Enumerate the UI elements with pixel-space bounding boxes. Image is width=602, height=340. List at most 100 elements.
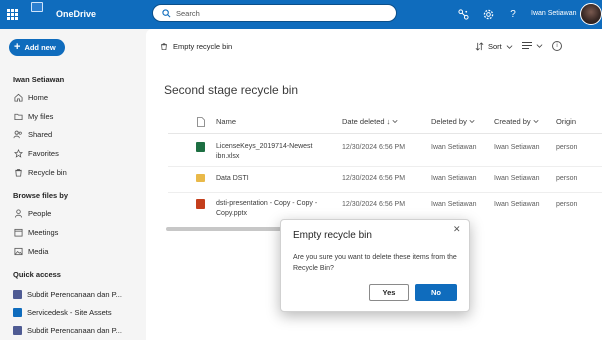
empty-recycle-bin-dialog: Empty recycle bin ✕ Are you sure you wan… bbox=[280, 219, 470, 312]
onedrive-logo-icon bbox=[31, 2, 43, 12]
created-by: Iwan Setiawan bbox=[494, 175, 540, 182]
top-bar: OneDrive ? Iwan Setiawan bbox=[0, 0, 602, 29]
nav-label: Shared bbox=[28, 129, 53, 139]
settings-icon[interactable] bbox=[481, 7, 495, 21]
page-title: Second stage recycle bin bbox=[164, 83, 299, 97]
column-header-label: Date deleted bbox=[342, 117, 385, 126]
nav-item-home[interactable]: Home bbox=[13, 90, 48, 104]
nav-item-favorites[interactable]: Favorites bbox=[13, 146, 59, 160]
column-header-original-location[interactable]: Origin bbox=[556, 117, 576, 126]
deleted-by: Iwan Setiawan bbox=[431, 201, 477, 208]
trash-icon bbox=[161, 43, 167, 51]
quick-access-label: Subdit Perencanaan dan P... bbox=[27, 289, 122, 299]
search-input[interactable] bbox=[176, 7, 386, 20]
search-icon bbox=[162, 9, 171, 18]
empty-recycle-bin-button[interactable]: Empty recycle bin bbox=[160, 42, 232, 51]
people-icon bbox=[13, 129, 23, 139]
nav-item-meetings[interactable]: Meetings bbox=[13, 225, 58, 239]
dialog-title: Empty recycle bin bbox=[293, 230, 372, 241]
column-header-name[interactable]: Name bbox=[216, 117, 236, 126]
folder-icon bbox=[13, 111, 23, 121]
deleted-by: Iwan Setiawan bbox=[431, 144, 477, 151]
chevron-down-icon bbox=[536, 44, 543, 48]
close-icon[interactable]: ✕ bbox=[453, 224, 461, 235]
quick-access-item[interactable]: Subdit Perencanaan dan P... bbox=[13, 288, 122, 300]
nav-label: Home bbox=[28, 92, 49, 102]
powerpoint-file-icon bbox=[196, 199, 205, 209]
column-header-deleted-by[interactable]: Deleted by bbox=[431, 117, 475, 126]
original-location: person bbox=[556, 175, 578, 182]
quick-access-item[interactable]: Servicedesk - Site Assets bbox=[13, 306, 112, 318]
original-location: person bbox=[556, 144, 578, 151]
column-header-label: Deleted by bbox=[431, 117, 467, 126]
excel-file-icon bbox=[196, 142, 205, 152]
original-location: person bbox=[556, 201, 578, 208]
empty-recycle-bin-label: Empty recycle bin bbox=[173, 42, 233, 51]
browse-heading: Browse files by bbox=[13, 191, 69, 200]
nav-item-people[interactable]: People bbox=[13, 206, 51, 220]
nav-label: Meetings bbox=[28, 227, 59, 237]
help-icon[interactable]: ? bbox=[506, 7, 520, 21]
site-icon bbox=[13, 325, 22, 335]
view-options-button[interactable] bbox=[522, 41, 543, 50]
image-icon bbox=[13, 246, 23, 256]
file-name[interactable]: Data DSTI bbox=[216, 175, 249, 182]
column-header-created-by[interactable]: Created by bbox=[494, 117, 539, 126]
created-by: Iwan Setiawan bbox=[494, 201, 540, 208]
date-deleted: 12/30/2024 6:56 PM bbox=[342, 144, 406, 151]
chevron-down-icon bbox=[392, 119, 398, 124]
quick-access-heading: Quick access bbox=[13, 270, 61, 279]
list-view-icon bbox=[522, 42, 532, 49]
file-name[interactable]: LicenseKeys_2019714-Newest bbox=[216, 143, 313, 150]
file-type-header-icon bbox=[197, 117, 205, 127]
add-new-label: Add new bbox=[24, 43, 56, 52]
folder-icon bbox=[196, 174, 205, 182]
nav-label: Favorites bbox=[28, 148, 59, 158]
date-deleted: 12/30/2024 6:56 PM bbox=[342, 201, 406, 208]
no-button[interactable]: No bbox=[415, 284, 457, 301]
home-icon bbox=[13, 92, 23, 102]
sort-icon bbox=[475, 42, 484, 51]
site-icon bbox=[13, 289, 22, 299]
app-launcher-icon[interactable] bbox=[7, 9, 18, 20]
file-name[interactable]: dsti-presentation - Copy - Copy - bbox=[216, 200, 317, 207]
date-deleted: 12/30/2024 6:56 PM bbox=[342, 175, 406, 182]
sort-arrow-icon: ↓ bbox=[386, 117, 391, 126]
avatar[interactable] bbox=[580, 3, 602, 25]
file-name-cont[interactable]: ibn.xlsx bbox=[216, 153, 239, 160]
nav-item-recycle-bin[interactable]: Recycle bin bbox=[13, 165, 67, 179]
quick-access-label: Subdit Perencanaan dan P... bbox=[27, 325, 122, 335]
chevron-down-icon bbox=[506, 45, 513, 49]
nav-item-shared[interactable]: Shared bbox=[13, 127, 52, 141]
column-header-date-deleted[interactable]: Date deleted ↓ bbox=[342, 117, 398, 126]
column-header-label: Created by bbox=[494, 117, 531, 126]
quick-access-item[interactable]: Subdit Perencanaan dan P... bbox=[13, 324, 122, 336]
share-link-icon[interactable] bbox=[456, 7, 470, 21]
add-new-button[interactable]: + Add new bbox=[9, 39, 65, 56]
chevron-down-icon bbox=[469, 119, 475, 124]
header-divider bbox=[168, 133, 602, 134]
plus-icon: + bbox=[14, 41, 21, 53]
nav-item-media[interactable]: Media bbox=[13, 244, 48, 258]
nav-label: Recycle bin bbox=[28, 167, 67, 177]
file-name-cont[interactable]: Copy.pptx bbox=[216, 210, 247, 217]
chevron-down-icon bbox=[533, 119, 539, 124]
left-navigation: + Add new Iwan Setiawan Home My files Sha… bbox=[0, 29, 146, 340]
user-name[interactable]: Iwan Setiawan bbox=[531, 10, 577, 17]
info-icon[interactable]: i bbox=[552, 41, 562, 51]
sort-label: Sort bbox=[488, 42, 502, 51]
nav-label: My files bbox=[28, 111, 54, 121]
dialog-message: Are you sure you want to delete these it… bbox=[293, 254, 457, 272]
nav-item-my-files[interactable]: My files bbox=[13, 109, 53, 123]
search-box[interactable] bbox=[152, 4, 397, 22]
trash-icon bbox=[13, 167, 23, 177]
calendar-icon bbox=[13, 227, 23, 237]
sort-button[interactable]: Sort bbox=[475, 42, 513, 51]
yes-button[interactable]: Yes bbox=[369, 284, 409, 301]
owner-name: Iwan Setiawan bbox=[13, 75, 65, 84]
app-name[interactable]: OneDrive bbox=[56, 9, 96, 19]
table-row[interactable] bbox=[168, 137, 602, 165]
person-icon bbox=[13, 208, 23, 218]
site-icon bbox=[13, 307, 22, 317]
nav-label: People bbox=[28, 208, 52, 218]
